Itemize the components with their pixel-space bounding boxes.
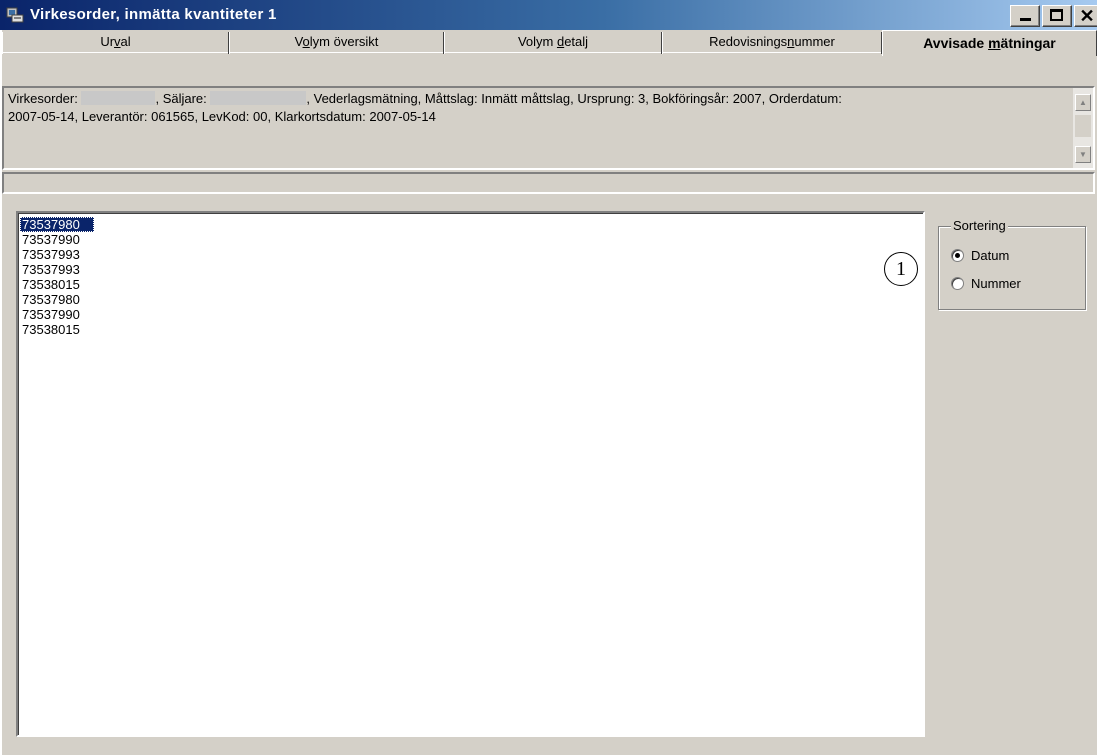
tab-redovisningsnummer[interactable]: Redovisningsnummer bbox=[662, 32, 882, 54]
tab-urval[interactable]: Urval bbox=[2, 32, 229, 54]
tab-label: Avvisade bbox=[923, 35, 989, 51]
maximize-button[interactable] bbox=[1042, 5, 1072, 27]
radio-unchecked-icon[interactable] bbox=[951, 277, 964, 290]
measurement-listbox[interactable]: 73537980 73537990 73537993 73537993 7353… bbox=[16, 211, 925, 737]
order-info-line-2: 2007-05-14, Leverantör: 061565, LevKod: … bbox=[8, 109, 436, 124]
tab-accelerator: m bbox=[988, 35, 1001, 51]
tab-label: V bbox=[294, 34, 303, 49]
list-item[interactable]: 73538015 bbox=[20, 277, 82, 292]
tab-volym-detalj[interactable]: Volym detalj bbox=[444, 32, 662, 54]
tab-accelerator: o bbox=[302, 34, 310, 49]
list-item[interactable]: 73537980 bbox=[20, 292, 82, 307]
radio-datum-label[interactable]: Datum bbox=[971, 248, 1009, 263]
maximize-icon bbox=[1050, 9, 1063, 21]
title-bar[interactable]: Virkesorder, inmätta kvantiteter 1 ✕ bbox=[0, 0, 1097, 30]
radio-checked-icon[interactable] bbox=[951, 249, 964, 262]
tab-label: ätningar bbox=[1000, 35, 1056, 51]
seller-label: , Säljare: bbox=[155, 91, 211, 106]
list-item[interactable]: 73537980 bbox=[20, 217, 94, 232]
app-icon bbox=[6, 7, 24, 23]
scroll-down-button[interactable]: ▼ bbox=[1075, 146, 1091, 163]
order-info-line-1: Virkesorder: , Säljare: , Vederlagsmätni… bbox=[8, 90, 1068, 108]
arrow-down-icon: ▼ bbox=[1079, 150, 1087, 159]
tab-label: Volym bbox=[517, 34, 557, 49]
list-item[interactable]: 73537990 bbox=[20, 232, 82, 247]
order-info-textarea[interactable]: Virkesorder: , Säljare: , Vederlagsmätni… bbox=[2, 86, 1095, 170]
tab-volym-oversikt[interactable]: Volym översikt bbox=[229, 32, 444, 54]
minimize-icon bbox=[1020, 18, 1031, 21]
close-icon: ✕ bbox=[1079, 6, 1095, 26]
radio-nummer-label[interactable]: Nummer bbox=[971, 276, 1021, 291]
scroll-thumb[interactable] bbox=[1075, 115, 1091, 137]
list-item[interactable]: 73537990 bbox=[20, 307, 82, 322]
arrow-up-icon: ▲ bbox=[1079, 98, 1087, 107]
redacted-order-number bbox=[81, 91, 156, 105]
close-button[interactable]: ✕ bbox=[1074, 5, 1097, 27]
order-label: Virkesorder: bbox=[8, 91, 82, 106]
tab-label: Redovisnings bbox=[709, 34, 788, 49]
sorting-label: Sortering bbox=[951, 218, 1008, 234]
list-item[interactable]: 73538015 bbox=[20, 322, 82, 337]
tab-label: etalj bbox=[564, 34, 589, 49]
callout-marker: 1 bbox=[884, 252, 918, 286]
window: Virkesorder, inmätta kvantiteter 1 ✕ Urv… bbox=[0, 0, 1097, 755]
minimize-button[interactable] bbox=[1010, 5, 1040, 27]
info-scrollbar[interactable]: ▲ ▼ bbox=[1073, 88, 1093, 168]
order-details: , Vederlagsmätning, Måttslag: Inmätt måt… bbox=[306, 91, 842, 106]
tab-label: Ur bbox=[100, 34, 115, 49]
list-item[interactable]: 73537993 bbox=[20, 247, 82, 262]
tab-avvisade-matningar[interactable]: Avvisade mätningar bbox=[882, 30, 1097, 56]
tab-label: lym översikt bbox=[309, 34, 379, 49]
tab-label: al bbox=[120, 34, 131, 49]
order-info-text: Virkesorder: , Säljare: , Vederlagsmätni… bbox=[8, 90, 1068, 126]
tab-label: ummer bbox=[794, 34, 835, 49]
window-title: Virkesorder, inmätta kvantiteter 1 bbox=[30, 6, 277, 23]
redacted-seller bbox=[210, 91, 307, 105]
sorting-groupbox: Sortering Datum Nummer bbox=[938, 218, 1086, 310]
status-strip bbox=[2, 172, 1095, 194]
scroll-up-button[interactable]: ▲ bbox=[1075, 94, 1091, 111]
list-item[interactable]: 73537993 bbox=[20, 262, 82, 277]
